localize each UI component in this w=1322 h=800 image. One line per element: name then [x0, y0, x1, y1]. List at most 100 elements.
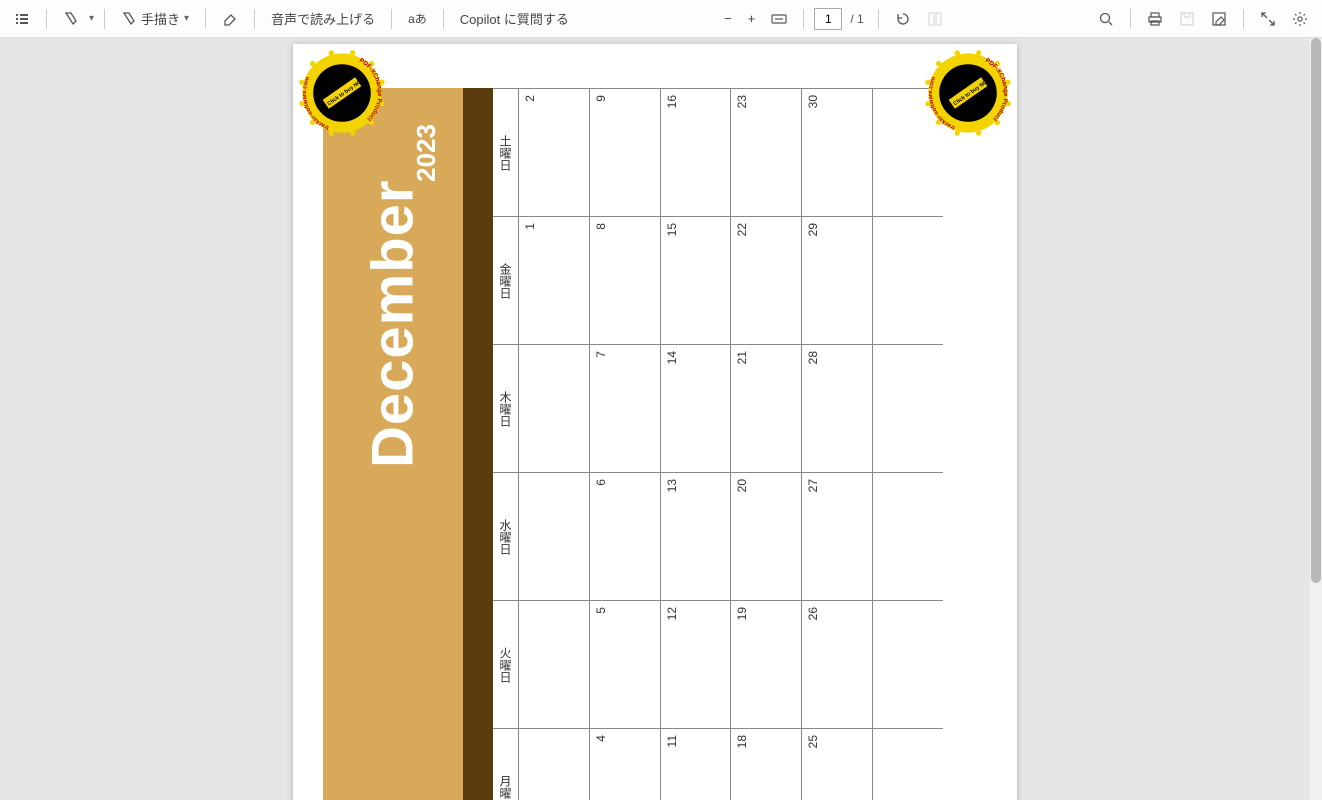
copilot-button[interactable]: Copilot に質問する	[454, 5, 575, 32]
separator	[803, 9, 804, 29]
calendar-cell: 6	[590, 472, 661, 600]
watermark-stamp-left[interactable]: PDF-XChange Product Click to buy NOW! tr…	[297, 48, 387, 138]
calendar-row: 土曜日 2 9 16 23 30	[493, 88, 943, 216]
chevron-down-icon[interactable]: ▾	[89, 13, 94, 24]
save-as-button[interactable]	[1205, 7, 1233, 31]
calendar-cell: 30	[802, 88, 873, 216]
date-number: 25	[806, 735, 820, 748]
zoom-in-button[interactable]: +	[742, 7, 762, 30]
settings-button[interactable]	[1286, 7, 1314, 31]
date-number: 1	[523, 223, 537, 230]
page-view-button[interactable]	[921, 7, 949, 31]
calendar-cell: 26	[802, 600, 873, 728]
date-number: 23	[735, 95, 749, 108]
pdf-toolbar: ▾ 手描き ▾ 音声で読み上げる aあ Copilot に質問する − +	[0, 0, 1322, 38]
date-number: 28	[806, 351, 820, 364]
translate-button[interactable]: aあ	[402, 6, 433, 31]
calendar-cell: 9	[590, 88, 661, 216]
weekday-label: 金曜日	[493, 216, 519, 344]
separator	[254, 9, 255, 29]
calendar-cell: 4	[590, 728, 661, 800]
date-number: 16	[665, 95, 679, 108]
document-viewer[interactable]: December 2023 土曜日29162330金曜日18152229木曜日7…	[0, 38, 1310, 800]
brown-band	[463, 88, 493, 800]
date-number: 26	[806, 607, 820, 620]
weekday-label: 火曜日	[493, 600, 519, 728]
calendar-cell: 11	[661, 728, 732, 800]
separator	[104, 9, 105, 29]
calendar-row: 木曜日 7 14 21 28	[493, 344, 943, 472]
calendar-cell: 14	[661, 344, 732, 472]
calendar-cell: 22	[731, 216, 802, 344]
search-icon	[1098, 11, 1114, 27]
search-button[interactable]	[1092, 7, 1120, 31]
calendar-cell: 5	[590, 600, 661, 728]
weekday-label: 月曜日	[493, 728, 519, 800]
separator	[443, 9, 444, 29]
weekday-label: 土曜日	[493, 88, 519, 216]
date-number: 14	[665, 351, 679, 364]
draw-tool-button[interactable]: 手描き ▾	[115, 5, 195, 32]
contents-button[interactable]	[8, 7, 36, 31]
date-number: 22	[735, 223, 749, 236]
calendar-row: 月曜日 4 11 18 25	[493, 728, 943, 800]
date-number: 29	[806, 223, 820, 236]
calendar-cell: 7	[590, 344, 661, 472]
translate-icon: aあ	[408, 10, 427, 27]
date-number: 6	[594, 479, 608, 486]
date-number: 20	[735, 479, 749, 492]
erase-button[interactable]	[216, 7, 244, 31]
fullscreen-button[interactable]	[1254, 7, 1282, 31]
zoom-out-button[interactable]: −	[718, 7, 738, 30]
list-icon	[14, 11, 30, 27]
vertical-scrollbar[interactable]	[1310, 38, 1322, 800]
gear-icon	[1292, 11, 1308, 27]
year-title: 2023	[411, 124, 442, 182]
calendar-cell	[873, 472, 943, 600]
calendar-cell: 2	[519, 88, 590, 216]
calendar-cell: 12	[661, 600, 732, 728]
separator	[1130, 9, 1131, 29]
calendar-cell	[873, 600, 943, 728]
date-number: 30	[806, 95, 820, 108]
fit-width-button[interactable]	[765, 7, 793, 31]
weekday-label: 木曜日	[493, 344, 519, 472]
watermark-stamp-right[interactable]: PDF-XChange Product Click to buy NOW! tr…	[923, 48, 1013, 138]
scrollbar-thumb[interactable]	[1311, 38, 1321, 583]
calendar-cell	[519, 472, 590, 600]
eraser-icon	[222, 11, 238, 27]
date-number: 2	[523, 95, 537, 102]
calendar-cell: 19	[731, 600, 802, 728]
fit-width-icon	[771, 11, 787, 27]
calendar-cell: 29	[802, 216, 873, 344]
date-number: 7	[594, 351, 608, 358]
date-number: 27	[806, 479, 820, 492]
date-number: 19	[735, 607, 749, 620]
calendar-cell: 28	[802, 344, 873, 472]
print-button[interactable]	[1141, 7, 1169, 31]
calendar-cell	[519, 344, 590, 472]
print-icon	[1147, 11, 1163, 27]
calendar-row: 金曜日18152229	[493, 216, 943, 344]
rotate-icon	[895, 11, 911, 27]
page-total-label: / 1	[846, 12, 867, 26]
copilot-label: Copilot に質問する	[460, 9, 569, 28]
highlight-tool-button[interactable]	[57, 7, 85, 31]
date-number: 13	[665, 479, 679, 492]
calendar-cell	[519, 600, 590, 728]
page-number-input[interactable]	[814, 8, 842, 30]
rotate-button[interactable]	[889, 7, 917, 31]
read-aloud-label: 音声で読み上げる	[271, 9, 375, 28]
separator	[1243, 9, 1244, 29]
calendar-cell: 18	[731, 728, 802, 800]
date-number: 18	[735, 735, 749, 748]
plus-icon: +	[748, 11, 756, 26]
save-button[interactable]	[1173, 7, 1201, 31]
calendar-cell: 20	[731, 472, 802, 600]
date-number: 21	[735, 351, 749, 364]
date-number: 11	[665, 735, 679, 747]
date-number: 5	[594, 607, 608, 614]
calendar-cell	[519, 728, 590, 800]
read-aloud-button[interactable]: 音声で読み上げる	[265, 5, 381, 32]
calendar-cell	[873, 344, 943, 472]
